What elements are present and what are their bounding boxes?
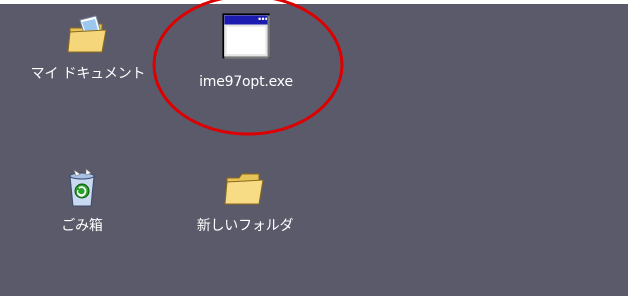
desktop-icon-new-folder[interactable]: 新しいフォルダ [170,166,320,234]
my-documents-folder-icon [67,15,107,53]
recycle-bin-icon [69,168,95,207]
folder-icon [224,173,264,205]
screen: マイ ドキュメント ime97opt.exe ごみ箱 新しいフォルダ [0,0,638,307]
desktop-icon-label: ime97opt.exe [199,74,293,90]
application-window-icon [222,13,270,59]
desktop-icon-label: 新しいフォルダ [196,218,294,234]
desktop-icon-ime97opt-exe[interactable]: ime97opt.exe [176,12,316,90]
desktop-icon-recycle-bin[interactable]: ごみ箱 [36,166,128,234]
desktop-icon-my-documents[interactable]: マイ ドキュメント [8,14,168,82]
desktop-icon-label: マイ ドキュメント [30,66,146,82]
desktop-icon-label: ごみ箱 [61,218,103,234]
desktop: マイ ドキュメント ime97opt.exe ごみ箱 新しいフォルダ [0,4,628,296]
